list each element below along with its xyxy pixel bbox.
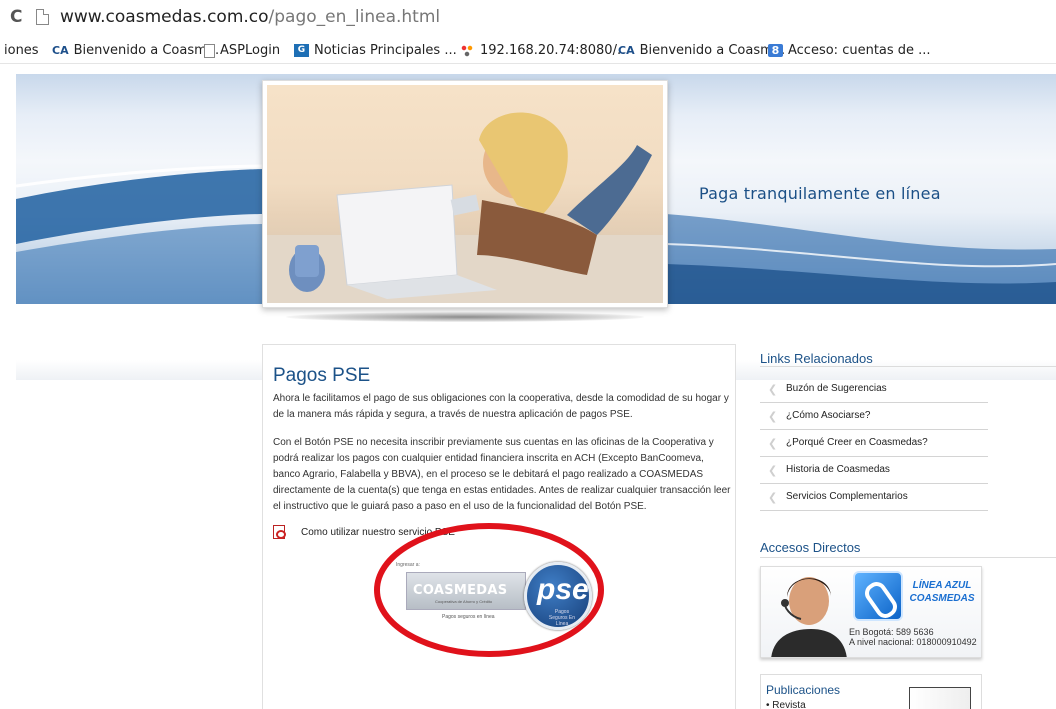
photo-shadow — [286, 312, 644, 322]
bookmark-item[interactable]: 8 Acceso: cuentas de ... — [768, 43, 931, 58]
bookmark-label: Noticias Principales ... — [314, 43, 457, 58]
bookmark-item[interactable]: iones — [4, 43, 39, 58]
sidebar-item-label: ¿Cómo Asociarse? — [786, 410, 871, 421]
details-paragraph: Con el Botón PSE no necesita inscribir p… — [273, 437, 731, 512]
arrow-icon: ❮ — [768, 410, 778, 423]
magazine-thumbnail[interactable] — [909, 687, 971, 709]
intro-paragraph: Ahora le facilitamos el pago de sus obli… — [273, 393, 729, 420]
page-icon — [36, 9, 49, 25]
pdf-icon — [273, 525, 286, 539]
coasmedas-icon: CA — [618, 44, 635, 57]
url-path: /pago_en_linea.html — [268, 7, 441, 27]
sidebar-item-servicios[interactable]: ❮ Servicios Complementarios — [760, 484, 988, 511]
sidebar-item-label: Buzón de Sugerencias — [786, 383, 887, 394]
news-icon: G — [294, 44, 309, 57]
sidebar-item-creer[interactable]: ❮ ¿Porqué Creer en Coasmedas? — [760, 430, 988, 457]
publicaciones-item[interactable]: • Revista — [766, 700, 806, 709]
sidebar-item-buzon[interactable]: ❮ Buzón de Sugerencias — [760, 376, 988, 403]
bookmark-label: 192.168.20.74:8080/... — [480, 43, 630, 58]
arrow-icon: ❮ — [768, 383, 778, 396]
bookmarks-bar: iones CA Bienvenido a Coasm... ASPLogin G… — [0, 38, 1056, 64]
linea-azul-banner[interactable]: LÍNEA AZUL COASMEDAS En Bogotá: 589 5636 … — [760, 566, 982, 658]
linea-title-1: LÍNEA AZUL — [912, 580, 972, 591]
sidebar-item-historia[interactable]: ❮ Historia de Coasmedas — [760, 457, 988, 484]
arrow-icon: ❮ — [768, 437, 778, 450]
page-title: Pagos PSE — [273, 365, 371, 386]
banner-headline: Paga tranquilamente en línea — [699, 184, 941, 203]
dots-icon — [460, 44, 475, 57]
publicaciones-box: Publicaciones • Revista — [760, 674, 982, 709]
arrow-icon: ❮ — [768, 464, 778, 477]
related-links-list: ❮ Buzón de Sugerencias ❮ ¿Cómo Asociarse? … — [760, 376, 988, 511]
publicaciones-title: Publicaciones — [766, 683, 841, 697]
publicaciones-item-label: Revista — [772, 700, 806, 709]
bookmark-item[interactable]: G Noticias Principales ... — [294, 43, 457, 58]
bookmark-label: iones — [4, 43, 39, 58]
url-text[interactable]: www.coasmedas.com.co/pago_en_linea.html — [60, 7, 440, 27]
accesos-divider — [760, 557, 1056, 558]
sidebar-item-label: Servicios Complementarios — [786, 491, 908, 502]
bookmark-label: Bienvenido a Coasm... — [639, 43, 786, 58]
arrow-icon: ❮ — [768, 491, 778, 504]
bookmark-item[interactable]: CA Bienvenido a Coasm... — [618, 43, 785, 58]
pse-payment-button[interactable]: Ingresar a: COASMEDAS Cooperativa de Aho… — [372, 520, 606, 660]
highlight-ring — [374, 523, 604, 657]
bookmark-label: Acceso: cuentas de ... — [788, 43, 931, 58]
page-icon — [204, 43, 215, 58]
call-agent-image — [771, 577, 847, 657]
coasmedas-icon: CA — [52, 44, 69, 57]
bookmark-item[interactable]: ASPLogin — [204, 43, 280, 58]
url-domain: www.coasmedas.com.co — [60, 7, 269, 27]
reload-icon[interactable]: C — [10, 7, 22, 27]
bookmark-label: ASPLogin — [220, 43, 281, 58]
accesos-heading: Accesos Directos — [760, 540, 861, 555]
phone-icon — [853, 571, 903, 621]
links-heading: Links Relacionados — [760, 351, 873, 366]
bookmark-item[interactable]: 192.168.20.74:8080/... — [460, 43, 629, 58]
hero-photo — [262, 80, 668, 308]
bookmark-item[interactable]: CA Bienvenido a Coasm... — [52, 43, 219, 58]
linea-nacional: A nivel nacional: 018000910492 — [849, 637, 977, 647]
address-bar[interactable]: C www.coasmedas.com.co/pago_en_linea.htm… — [0, 0, 1056, 34]
linea-azul-title: LÍNEA AZUL COASMEDAS — [905, 579, 979, 605]
linea-title-2: COASMEDAS — [909, 593, 975, 604]
sidebar-item-label: Historia de Coasmedas — [786, 464, 890, 475]
links-divider — [760, 366, 1056, 367]
sidebar-item-asociarse[interactable]: ❮ ¿Cómo Asociarse? — [760, 403, 988, 430]
browser-window: C www.coasmedas.com.co/pago_en_linea.htm… — [0, 0, 1056, 709]
bookmark-label: Bienvenido a Coasm... — [73, 43, 220, 58]
woman-laptop-image — [267, 85, 663, 303]
sidebar-item-label: ¿Porqué Creer en Coasmedas? — [786, 437, 928, 448]
google-icon: 8 — [768, 44, 783, 57]
linea-bogota: En Bogotá: 589 5636 — [849, 627, 934, 637]
